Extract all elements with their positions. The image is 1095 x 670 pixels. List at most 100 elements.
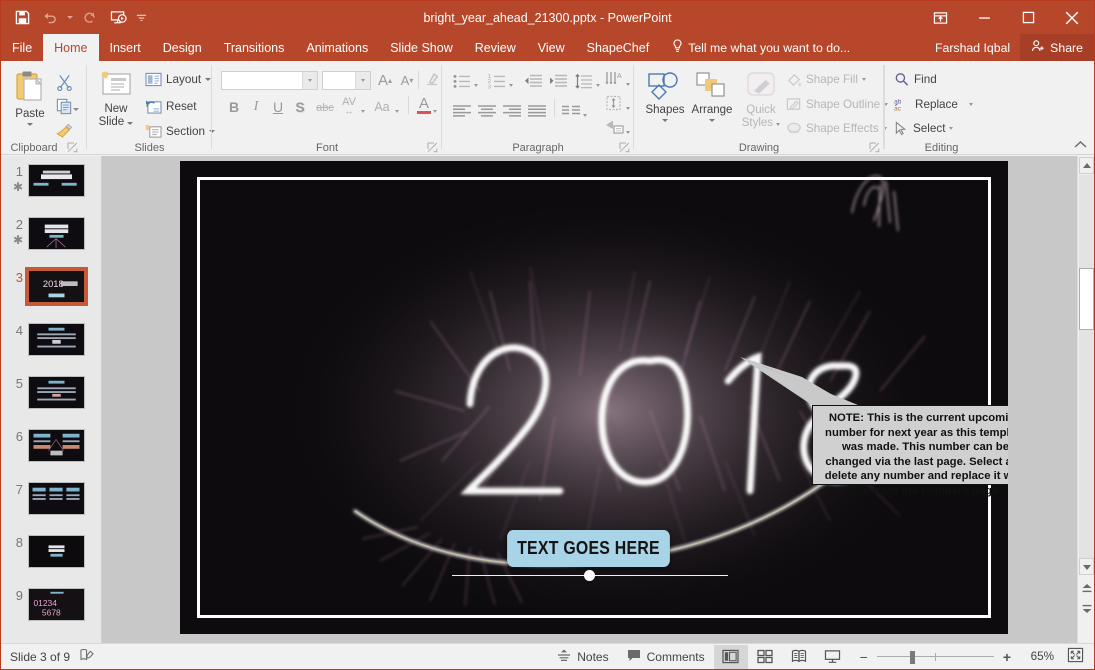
tab-insert[interactable]: Insert	[99, 34, 152, 61]
quick-styles-button[interactable]: QuickStyles	[737, 71, 785, 130]
zoom-slider-handle[interactable]	[910, 651, 915, 664]
text-shadow-button[interactable]: S	[290, 97, 310, 117]
character-spacing-button[interactable]: AV ↔	[338, 95, 360, 115]
collapse-ribbon-icon[interactable]	[1074, 138, 1087, 152]
center-icon[interactable]	[476, 101, 498, 121]
align-right-icon[interactable]	[501, 101, 523, 121]
ribbon-display-options-icon[interactable]	[918, 1, 962, 34]
vertical-scrollbar[interactable]	[1077, 156, 1094, 643]
previous-slide-button[interactable]	[1079, 580, 1094, 597]
line-spacing-icon[interactable]	[573, 71, 595, 91]
align-text-dropdown-icon[interactable]	[626, 99, 630, 113]
font-color-button[interactable]: A	[414, 95, 434, 115]
font-size-dropdown-icon[interactable]	[355, 72, 370, 89]
minimize-icon[interactable]	[962, 1, 1006, 34]
slide-thumbnail-image[interactable]	[28, 429, 85, 462]
shapes-button[interactable]: Shapes	[642, 71, 688, 122]
slide-thumbnail-9[interactable]: 9012345678	[1, 588, 101, 641]
slide-show-button[interactable]	[816, 645, 850, 669]
start-from-beginning-icon[interactable]	[105, 5, 131, 31]
comments-button[interactable]: Comments	[618, 644, 714, 670]
character-spacing-dropdown-icon[interactable]	[361, 102, 365, 116]
callout-note-box[interactable]: NOTE: This is the current upcoming numbe…	[812, 405, 1008, 485]
copy-icon[interactable]	[54, 96, 74, 116]
fit-to-window-button[interactable]	[1067, 647, 1084, 666]
section-button[interactable]: Section	[145, 124, 215, 139]
slides-thumbnail-panel[interactable]: 1✱2✱32018456789012345678	[1, 156, 101, 643]
text-placeholder-button[interactable]: TEXT GOES HERE	[507, 530, 670, 567]
slide-thumbnail-7[interactable]: 7	[1, 482, 101, 535]
text-direction-dropdown-icon[interactable]	[626, 75, 630, 89]
tab-shapechef[interactable]: ShapeChef	[576, 34, 661, 61]
slide-thumbnail-1[interactable]: 1✱	[1, 164, 101, 217]
slide-thumbnail-5[interactable]: 5	[1, 376, 101, 429]
zoom-slider[interactable]	[877, 651, 994, 663]
slide-thumbnail-image[interactable]: 012345678	[28, 588, 85, 621]
font-size-input[interactable]	[322, 71, 371, 90]
zoom-out-button[interactable]: −	[860, 649, 868, 665]
change-case-button[interactable]: Aa	[370, 97, 394, 117]
scroll-up-button[interactable]	[1079, 157, 1094, 174]
shape-effects-button[interactable]: Shape Effects	[786, 121, 887, 136]
convert-to-smartart-dropdown-icon[interactable]	[626, 123, 630, 137]
tab-transitions[interactable]: Transitions	[213, 34, 296, 61]
undo-icon[interactable]	[37, 5, 63, 31]
slide-thumbnail-8[interactable]: 8	[1, 535, 101, 588]
text-direction-icon[interactable]: A	[603, 69, 625, 89]
slide-thumbnail-image[interactable]: 2018	[28, 270, 85, 303]
notes-button[interactable]: Notes	[548, 644, 617, 670]
slide-thumbnail-image[interactable]	[28, 482, 85, 515]
tab-view[interactable]: View	[527, 34, 576, 61]
increase-font-size-icon[interactable]: A▴	[375, 70, 395, 90]
tab-slide-show[interactable]: Slide Show	[379, 34, 464, 61]
redo-icon[interactable]	[77, 5, 103, 31]
numbering-icon[interactable]: 123	[486, 71, 508, 91]
columns-icon[interactable]	[560, 101, 582, 121]
slide-thumbnail-image[interactable]	[28, 217, 85, 250]
slide-thumbnail-3[interactable]: 32018	[1, 270, 101, 323]
arrange-button[interactable]: Arrange	[689, 71, 735, 122]
slide-thumbnail-image[interactable]	[28, 323, 85, 356]
tab-file[interactable]: File	[1, 34, 43, 61]
accessibility-checker-icon[interactable]	[80, 648, 95, 665]
bullets-icon[interactable]	[451, 71, 473, 91]
drawing-dialog-launcher[interactable]	[869, 142, 880, 153]
font-color-dropdown-icon[interactable]	[433, 102, 437, 116]
paragraph-dialog-launcher[interactable]	[619, 142, 630, 153]
arrange-dropdown-icon[interactable]	[709, 119, 715, 122]
shape-fill-button[interactable]: Shape Fill	[786, 72, 866, 87]
clear-formatting-icon[interactable]	[422, 70, 442, 90]
justify-icon[interactable]	[526, 101, 548, 121]
zoom-control[interactable]: − + 65%	[850, 647, 1094, 666]
slide-sorter-button[interactable]	[748, 645, 782, 669]
align-text-icon[interactable]	[603, 93, 625, 113]
italic-button[interactable]: I	[246, 97, 266, 117]
layout-button[interactable]: Layout	[145, 72, 211, 87]
clipboard-dialog-launcher[interactable]	[67, 142, 78, 153]
cut-icon[interactable]	[54, 72, 74, 92]
undo-dropdown-icon[interactable]	[65, 5, 75, 31]
scrollbar-thumb[interactable]	[1079, 268, 1094, 330]
share-button[interactable]: Share	[1020, 34, 1094, 61]
close-icon[interactable]	[1050, 1, 1094, 34]
slide-thumbnail-2[interactable]: 2✱	[1, 217, 101, 270]
account-name[interactable]: Farshad Iqbal	[925, 34, 1020, 61]
change-case-dropdown-icon[interactable]	[395, 102, 399, 116]
paste-button[interactable]: Paste	[7, 69, 53, 126]
bullets-dropdown-icon[interactable]	[474, 76, 478, 90]
normal-view-button[interactable]	[714, 645, 748, 669]
save-icon[interactable]	[9, 5, 35, 31]
columns-dropdown-icon[interactable]	[583, 106, 587, 120]
font-name-input[interactable]	[221, 71, 318, 90]
find-button[interactable]: Find	[894, 72, 937, 87]
line-spacing-dropdown-icon[interactable]	[596, 76, 600, 90]
decrease-font-size-icon[interactable]: A▾	[397, 70, 417, 90]
underline-button[interactable]: U	[268, 97, 288, 117]
slide-thumbnail-image[interactable]	[28, 535, 85, 568]
scroll-down-button[interactable]	[1079, 558, 1094, 575]
bold-button[interactable]: B	[224, 97, 244, 117]
increase-indent-icon[interactable]	[547, 71, 569, 91]
slide-thumbnail-4[interactable]: 4	[1, 323, 101, 376]
new-slide-button[interactable]: NewSlide	[93, 70, 139, 129]
tab-review[interactable]: Review	[464, 34, 527, 61]
